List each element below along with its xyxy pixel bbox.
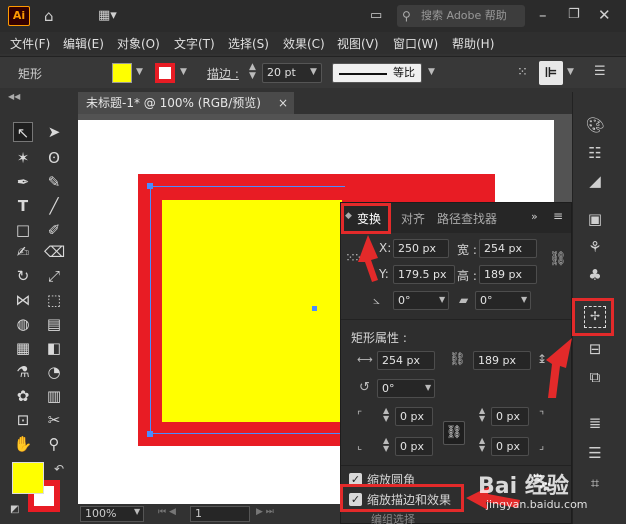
watermark-brand: Bai 经验 [478,474,569,499]
arrow-to-transform-tab [358,235,378,282]
arrow-to-dock-icon [546,338,572,398]
app-window: Ai ⌂ ▦▾ ▭ 搜索 Adobe 帮助 ⚲ – ❐ ✕ 文件(F) 编辑(E… [0,0,626,524]
annotation-arrows [358,235,572,510]
watermark-url: jingyan.baidu.com [486,498,588,511]
paw-icon: 🐾︎ [528,470,554,494]
